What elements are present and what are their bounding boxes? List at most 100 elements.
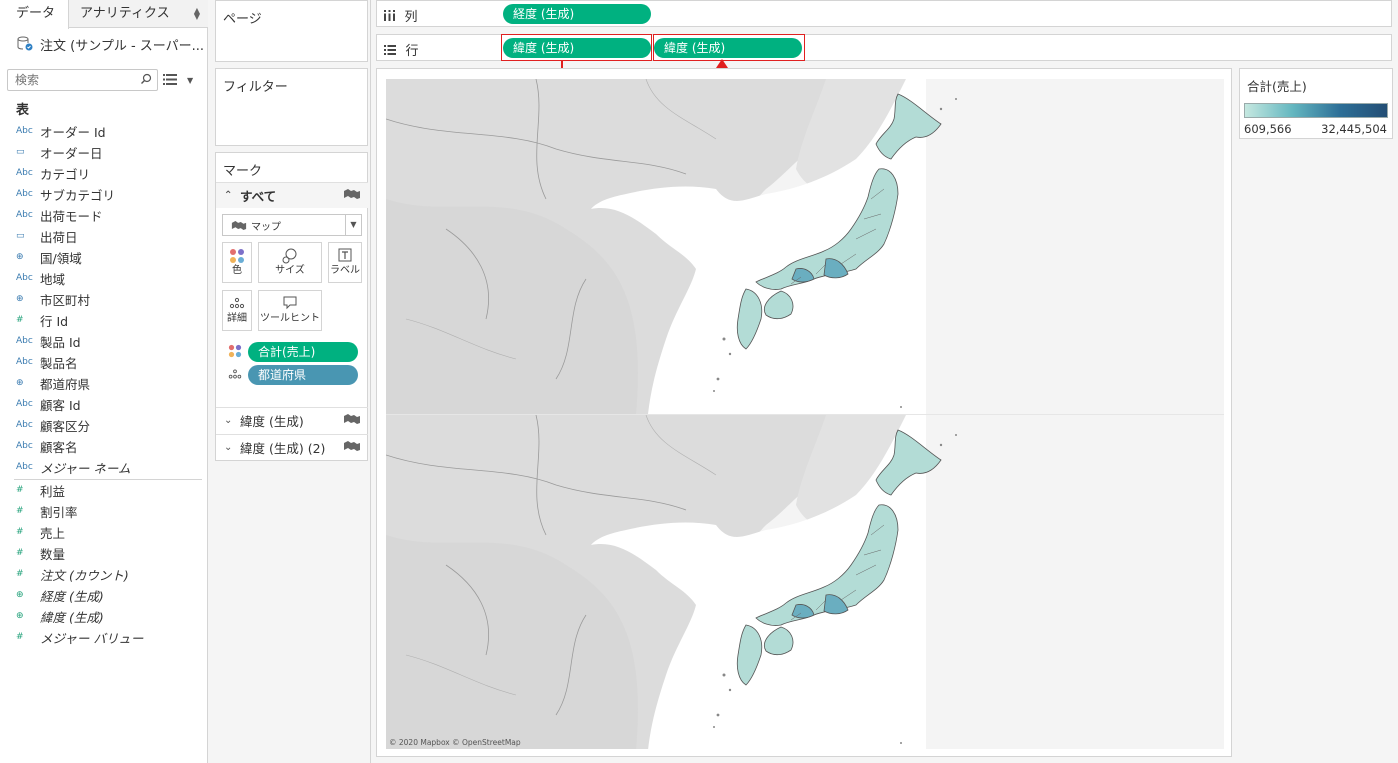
field-label: 地域 xyxy=(40,271,66,287)
field-item[interactable]: ⊕ 緯度 (生成) xyxy=(16,606,104,626)
search-field[interactable] xyxy=(7,69,158,91)
marks-card: マーク ⌃ すべて マップ ▼ 色 サイズ ラベル 詳細 ツールヒント 合計(売… xyxy=(215,152,368,461)
sum-sales-pill[interactable]: 合計(売上) xyxy=(248,342,358,362)
field-item[interactable]: ▭ オーダー日 xyxy=(16,142,103,162)
globe-icon: ⊕ xyxy=(16,378,24,388)
size-icon xyxy=(259,243,321,264)
prefecture-pill[interactable]: 都道府県 xyxy=(248,365,358,385)
map-graphic xyxy=(386,415,1224,749)
rows-label: 行 xyxy=(405,44,419,59)
field-item[interactable]: Abc 顧客名 xyxy=(16,436,78,456)
list-view-icon[interactable] xyxy=(163,74,177,88)
pages-card[interactable]: ページ xyxy=(215,0,368,62)
datasource-name: 注文 (サンプル - スーパー... xyxy=(40,38,205,54)
map-view[interactable]: © 2020 Mapbox © OpenStreetMap xyxy=(376,68,1232,757)
globe-icon: ⊕ xyxy=(16,611,24,621)
search-icon xyxy=(140,73,152,88)
columns-shelf-label: 列 xyxy=(384,6,418,25)
number-icon: # xyxy=(16,485,24,495)
string-type-icon: Abc xyxy=(16,420,33,430)
field-label: 製品名 xyxy=(40,355,78,371)
field-label: 利益 xyxy=(40,483,66,499)
field-item[interactable]: Abc カテゴリ xyxy=(16,163,90,183)
field-item[interactable]: # 注文 (カウント) xyxy=(16,564,129,584)
field-item[interactable]: Abc メジャー ネーム xyxy=(16,457,130,477)
search-input[interactable] xyxy=(8,70,128,90)
marks-all-label: すべて xyxy=(240,189,277,204)
columns-shelf[interactable]: 列 経度 (生成) xyxy=(376,0,1392,27)
field-label: 緯度 (生成) xyxy=(40,609,104,625)
field-label: 経度 (生成) xyxy=(40,588,104,604)
field-item[interactable]: Abc オーダー Id xyxy=(16,121,106,141)
field-item[interactable]: # 利益 xyxy=(16,480,65,500)
field-item[interactable]: # メジャー バリュー xyxy=(16,627,143,647)
cards-pane: ページ フィルター マーク ⌃ すべて マップ ▼ 色 サイズ ラベル 詳細 ツ… xyxy=(209,0,371,763)
color-legend[interactable]: 合計(売上) 609,566 32,445,504 xyxy=(1239,68,1393,139)
map-pane-bottom[interactable]: © 2020 Mapbox © OpenStreetMap xyxy=(386,414,1224,749)
field-label: 都道府県 xyxy=(40,376,91,392)
field-item[interactable]: Abc 出荷モード xyxy=(16,205,103,225)
tab-analytics[interactable]: アナリティクス xyxy=(69,0,208,28)
mark-type-select[interactable]: マップ ▼ xyxy=(222,214,362,236)
longitude-pill[interactable]: 経度 (生成) xyxy=(503,4,651,24)
field-label: 顧客 Id xyxy=(40,397,81,413)
detail-button[interactable]: 詳細 xyxy=(222,290,252,331)
string-type-icon: Abc xyxy=(16,210,33,220)
number-icon: # xyxy=(16,548,24,558)
color-button[interactable]: 色 xyxy=(222,242,252,283)
number-icon: # xyxy=(16,315,24,325)
field-item[interactable]: Abc 製品 Id xyxy=(16,331,81,351)
pane-tabs: データ アナリティクス ▲ ▼ xyxy=(0,0,208,29)
field-item[interactable]: # 行 Id xyxy=(16,310,68,330)
field-item[interactable]: Abc 顧客区分 xyxy=(16,415,90,435)
filters-card[interactable]: フィルター xyxy=(215,68,368,146)
map-pane-top[interactable] xyxy=(386,79,1224,414)
map-attribution[interactable]: © 2020 Mapbox © OpenStreetMap xyxy=(389,738,521,747)
tooltip-button[interactable]: ツールヒント xyxy=(258,290,322,331)
field-item[interactable]: Abc 製品名 xyxy=(16,352,78,372)
datasource-icon xyxy=(17,36,33,51)
tab-data[interactable]: データ xyxy=(0,0,69,29)
tab-scroll-icon[interactable]: ▲ ▼ xyxy=(194,7,200,21)
field-label: オーダー Id xyxy=(40,124,106,140)
number-icon: # xyxy=(16,632,24,642)
string-type-icon: Abc xyxy=(16,399,33,409)
datasource-item[interactable]: 注文 (サンプル - スーパー... xyxy=(16,34,204,54)
field-item[interactable]: # 割引率 xyxy=(16,501,78,521)
field-label: 数量 xyxy=(40,546,66,562)
field-item[interactable]: ⊕ 経度 (生成) xyxy=(16,585,104,605)
dropdown-icon[interactable]: ▼ xyxy=(187,76,193,85)
field-item[interactable]: # 売上 xyxy=(16,522,65,542)
globe-icon: ⊕ xyxy=(16,252,24,262)
field-label: 出荷日 xyxy=(40,229,78,245)
annotation-box-2 xyxy=(653,34,805,61)
field-item[interactable]: ⊕ 市区町村 xyxy=(16,289,90,309)
field-item[interactable]: Abc 顧客 Id xyxy=(16,394,81,414)
rows-icon xyxy=(384,45,400,58)
marks-layer-1[interactable]: ⌄ 緯度 (生成) xyxy=(216,407,368,433)
marks-layer-2[interactable]: ⌄ 緯度 (生成) (2) xyxy=(216,434,368,460)
rows-shelf-label: 行 xyxy=(384,40,419,59)
marks-layer-all[interactable]: ⌃ すべて xyxy=(216,182,368,208)
number-icon: # xyxy=(16,569,24,579)
detail-icon xyxy=(223,291,251,311)
size-button[interactable]: サイズ xyxy=(258,242,322,283)
field-item[interactable]: # 数量 xyxy=(16,543,65,563)
label-button[interactable]: ラベル xyxy=(328,242,362,283)
map-icon xyxy=(343,413,361,428)
field-label: メジャー ネーム xyxy=(40,460,131,476)
field-item[interactable]: ⊕ 都道府県 xyxy=(16,373,90,393)
columns-icon xyxy=(384,10,399,24)
globe-icon: ⊕ xyxy=(16,294,24,304)
field-item[interactable]: Abc サブカテゴリ xyxy=(16,184,115,204)
color-icon xyxy=(223,243,251,263)
field-item[interactable]: Abc 地域 xyxy=(16,268,65,288)
field-label: 行 Id xyxy=(40,313,69,329)
field-item[interactable]: ▭ 出荷日 xyxy=(16,226,78,246)
field-item[interactable]: ⊕ 国/領域 xyxy=(16,247,82,267)
field-label: 注文 (カウント) xyxy=(40,567,129,583)
text-label-icon xyxy=(329,243,361,263)
calendar-icon: ▭ xyxy=(16,231,25,241)
field-label: 割引率 xyxy=(40,504,78,520)
string-type-icon: Abc xyxy=(16,168,33,178)
